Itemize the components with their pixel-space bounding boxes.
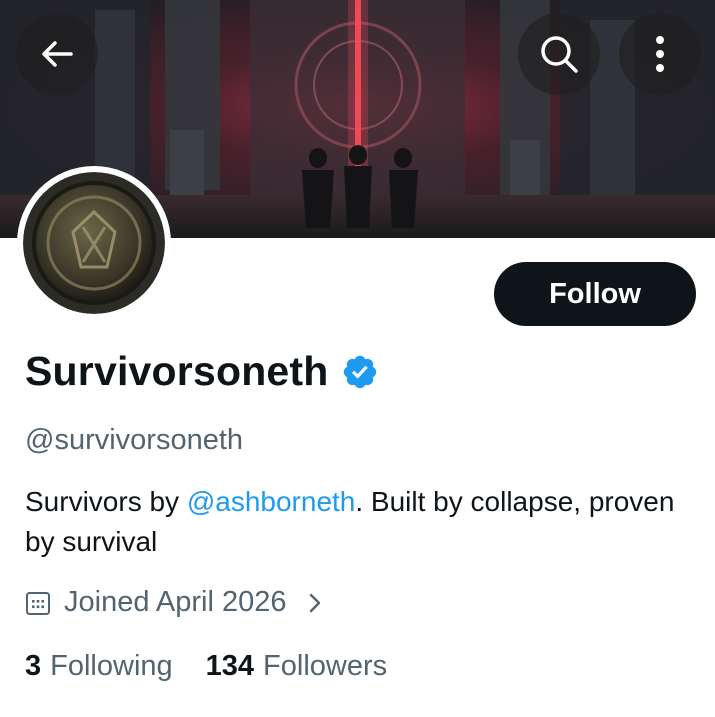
calendar-icon (26, 591, 50, 615)
chevron-right-icon (309, 593, 320, 612)
display-name-row: Survivorsoneth (25, 348, 379, 395)
bio: Survivors by @ashborneth. Built by colla… (25, 482, 695, 562)
arrow-left-icon (42, 41, 73, 67)
display-name: Survivorsoneth (25, 348, 329, 394)
following-link[interactable]: 3 Following (25, 650, 173, 683)
bio-mention-link[interactable]: @ashborneth (187, 486, 356, 517)
bio-text-prefix: Survivors by (25, 486, 187, 517)
back-button[interactable] (16, 13, 98, 95)
following-label: Following (50, 650, 173, 682)
follow-button[interactable]: Follow (494, 262, 696, 326)
following-count: 3 (25, 650, 42, 682)
joined-date-row[interactable]: Joined April 2026 (25, 586, 325, 619)
followers-label: Followers (263, 650, 388, 682)
more-vertical-icon (656, 36, 664, 72)
verified-badge-icon[interactable] (341, 353, 379, 391)
followers-link[interactable]: 134 Followers (206, 650, 387, 683)
avatar[interactable] (17, 166, 171, 320)
search-icon (541, 36, 578, 73)
follow-stats: 3 Following 134 Followers (25, 650, 387, 683)
more-options-button[interactable] (619, 13, 701, 95)
search-button[interactable] (518, 13, 600, 95)
avatar-image (23, 172, 165, 314)
user-handle: @survivorsoneth (25, 424, 244, 456)
joined-date: Joined April 2026 (64, 586, 287, 618)
followers-count: 134 (205, 650, 255, 682)
